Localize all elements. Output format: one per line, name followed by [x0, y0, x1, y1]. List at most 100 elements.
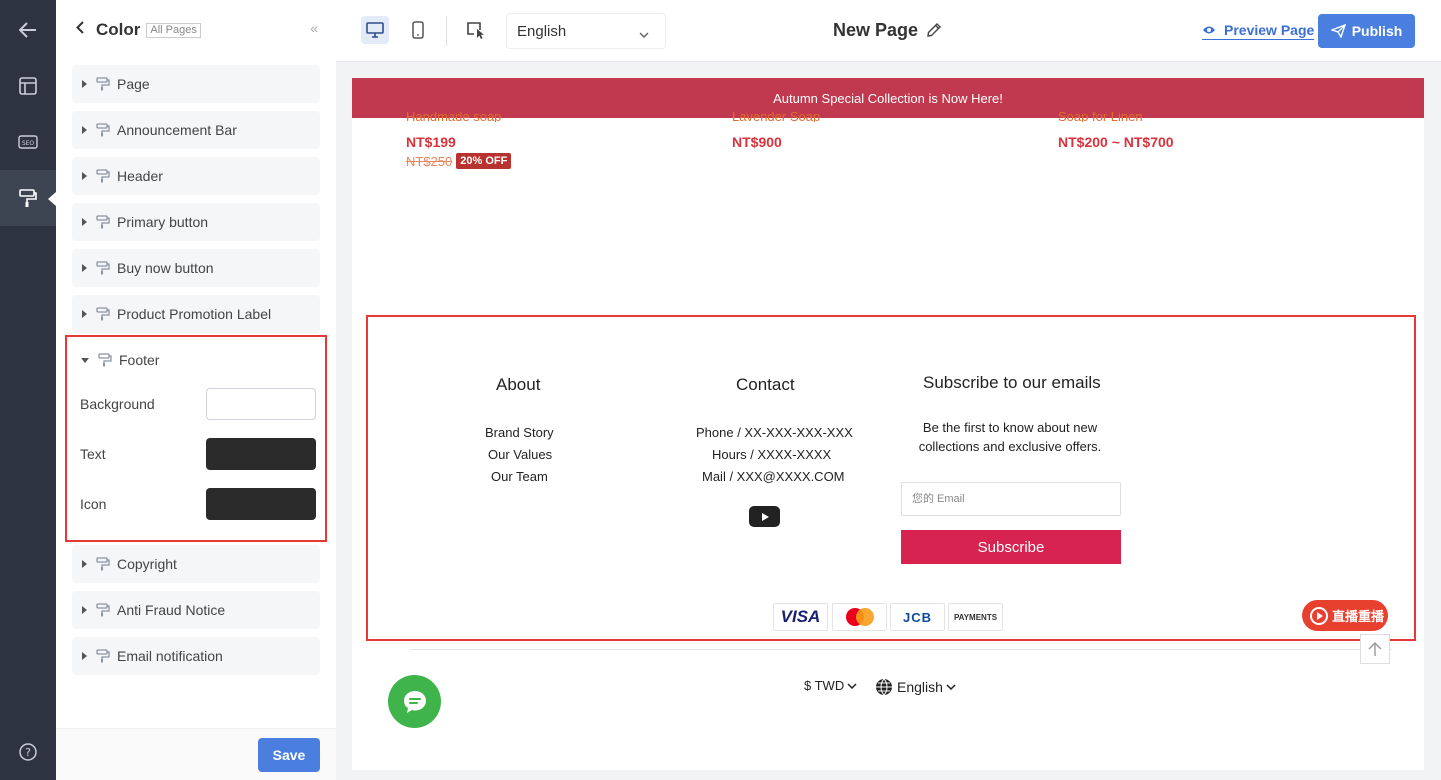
caret-right-icon [82, 172, 87, 180]
language-select[interactable]: English [506, 13, 666, 49]
product-price: NT$900 [732, 134, 782, 150]
section-buy-now-button[interactable]: Buy now button [72, 249, 320, 287]
preview-page-link[interactable]: Preview Page [1202, 22, 1315, 40]
live-replay-label: 直播重播 [1332, 609, 1385, 624]
globe-icon [876, 678, 892, 696]
email-field[interactable] [901, 482, 1121, 516]
seo-icon[interactable]: SEO [0, 114, 56, 170]
help-icon[interactable]: ? [0, 724, 56, 780]
select-element-icon[interactable] [462, 16, 490, 44]
paint-roller-icon [95, 168, 111, 184]
caret-down-icon [81, 357, 89, 363]
product-card[interactable]: Handmade soap NT$199 NT$250 20% OFF [406, 112, 512, 169]
chevron-down-icon [639, 25, 649, 42]
paint-roller-icon[interactable] [0, 170, 56, 226]
row-label: Icon [80, 496, 107, 512]
arrow-up-icon[interactable] [1360, 634, 1390, 664]
chat-bubble-icon[interactable] [388, 675, 441, 728]
youtube-icon[interactable] [749, 506, 780, 527]
caret-right-icon [82, 310, 87, 318]
page-preview-canvas: Autumn Special Collection is Now Here! H… [352, 78, 1424, 770]
product-old-price: NT$250 [406, 153, 453, 169]
publish-button[interactable]: Publish [1318, 14, 1415, 48]
section-label: Anti Fraud Notice [117, 602, 226, 618]
currency-selector[interactable]: $ TWD [804, 678, 857, 693]
footer-language-selector[interactable]: English [875, 678, 956, 696]
page-title: New Page [833, 20, 919, 40]
section-label: Email notification [117, 648, 223, 664]
product-price: NT$199 [406, 134, 456, 150]
section-footer-header[interactable]: Footer [81, 352, 159, 368]
announcement-bar[interactable]: Autumn Special Collection is Now Here! [352, 78, 1424, 118]
live-replay-button[interactable]: 直播重播 [1302, 600, 1388, 631]
section-announcement-bar[interactable]: Announcement Bar [72, 111, 320, 149]
svg-text:SEO: SEO [22, 140, 35, 147]
paint-roller-icon [95, 214, 111, 230]
language-select-value: English [517, 22, 567, 40]
pencil-icon[interactable] [926, 22, 942, 43]
contact-hours: Hours / XXXX-XXXX [712, 447, 832, 462]
product-price: NT$200 ~ NT$700 [1058, 134, 1174, 150]
footer-link[interactable]: Our Team [491, 469, 548, 484]
background-color-swatch[interactable] [206, 388, 316, 420]
section-page[interactable]: Page [72, 65, 320, 103]
section-label: Primary button [117, 214, 209, 230]
icon-color-swatch[interactable] [206, 488, 316, 520]
paper-plane-icon [1330, 24, 1346, 38]
row-label: Background [80, 396, 155, 412]
footer-link[interactable]: Brand Story [485, 425, 554, 440]
save-button[interactable]: Save [258, 738, 320, 772]
layout-icon[interactable] [0, 58, 56, 114]
play-circle-icon [1310, 606, 1328, 625]
paint-roller-icon [95, 306, 111, 322]
discount-badge: 20% OFF [456, 153, 512, 169]
mastercard-icon [832, 603, 887, 631]
contact-phone: Phone / XX-XXX-XXX-XXX [696, 425, 853, 440]
section-label: Product Promotion Label [117, 306, 272, 322]
jcb-icon: JCB [890, 603, 945, 631]
section-primary-button[interactable]: Primary button [72, 203, 320, 241]
section-footer-expanded: Footer Background Text Icon [65, 335, 327, 542]
panel-title: Color [96, 20, 141, 39]
paint-roller-icon [95, 122, 111, 138]
chevron-down-icon [847, 682, 857, 689]
chevron-left-icon[interactable] [76, 21, 84, 39]
caret-right-icon [82, 560, 87, 568]
paint-roller-icon [95, 648, 111, 664]
footer-text-row: Text [80, 438, 316, 470]
caret-right-icon [82, 80, 87, 88]
section-header[interactable]: Header [72, 157, 320, 195]
preview-page-label: Preview Page [1224, 22, 1315, 38]
back-arrow-icon[interactable] [0, 2, 56, 58]
footer-about-title: About [496, 375, 541, 394]
desktop-view-icon[interactable] [361, 16, 389, 44]
subscribe-description: Be the first to know about new collectio… [918, 420, 1102, 454]
panel-header: Color All Pages « [56, 0, 336, 60]
subscribe-button[interactable]: Subscribe [901, 530, 1121, 564]
text-color-swatch[interactable] [206, 438, 316, 470]
section-email-notification[interactable]: Email notification [72, 637, 320, 675]
section-product-promotion-label[interactable]: Product Promotion Label [72, 295, 320, 333]
collapse-panel-icon[interactable]: « [310, 20, 318, 36]
currency-value: $ TWD [804, 678, 845, 693]
footer-link[interactable]: Our Values [488, 447, 552, 462]
caret-right-icon [82, 126, 87, 134]
contact-mail: Mail / XXX@XXXX.COM [702, 469, 845, 484]
cpayments-label: PAYMENTS [953, 612, 998, 622]
section-label: Header [117, 168, 163, 184]
product-name: Handmade soap [406, 112, 502, 122]
mobile-view-icon[interactable] [404, 16, 432, 44]
panel-footer-bar: Save [56, 728, 336, 780]
toolbar-divider [446, 16, 447, 46]
section-copyright[interactable]: Copyright [72, 545, 320, 583]
paint-roller-icon [95, 260, 111, 276]
caret-right-icon [82, 606, 87, 614]
product-card[interactable]: Lavender Soap NT$900 [732, 112, 820, 150]
settings-panel: Color All Pages « Page Announcement Bar … [56, 0, 336, 780]
section-label: Announcement Bar [117, 122, 237, 138]
section-anti-fraud-notice[interactable]: Anti Fraud Notice [72, 591, 320, 629]
footer-icon-row: Icon [80, 488, 316, 520]
section-label: Buy now button [117, 260, 214, 276]
cpayments-icon: PAYMENTS [948, 603, 1003, 631]
product-card[interactable]: Soap for Linen NT$200 ~ NT$700 [1058, 112, 1174, 150]
